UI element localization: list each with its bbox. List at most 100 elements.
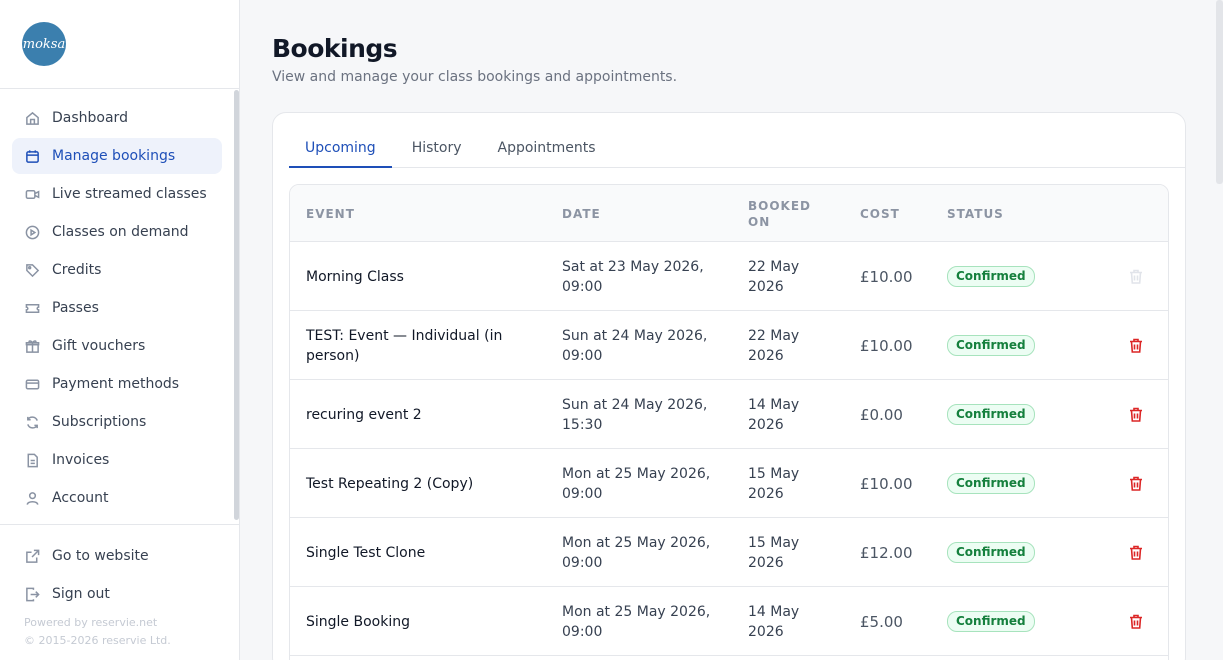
logo-area: moksa <box>0 0 239 89</box>
sidebar-scrollbar[interactable] <box>234 90 239 520</box>
sidebar-item-gift-vouchers[interactable]: Gift vouchers <box>12 328 222 364</box>
sidebar-item-label: Live streamed classes <box>52 186 207 202</box>
sidebar-item-invoices[interactable]: Invoices <box>12 442 222 478</box>
event-date-line2: 15:30 <box>562 416 603 433</box>
sidebar-item-account[interactable]: Account <box>12 480 222 516</box>
trash-icon[interactable] <box>1126 311 1146 380</box>
sidebar-item-live-streamed-classes[interactable]: Live streamed classes <box>12 176 222 212</box>
sidebar-item-passes[interactable]: Passes <box>12 290 222 326</box>
booking-cost: £10.00 <box>860 336 913 355</box>
booked-on-text: 22 May 2026 <box>748 326 799 366</box>
booked-on-text: 14 May 2026 <box>748 395 799 435</box>
powered-by[interactable]: Powered by reservie.net <box>0 614 239 632</box>
event-date: Sat at 23 May 2026, 09:00 <box>562 242 722 311</box>
booked-on-line2: 2026 <box>748 554 784 571</box>
event-date-text: Sun at 24 May 2026, 15:30 <box>562 395 707 435</box>
event-name: Single Booking <box>306 587 536 656</box>
header-event: EVENT <box>306 206 355 221</box>
booked-on-line1: 22 May <box>748 258 800 275</box>
page-scrollbar[interactable] <box>1216 0 1223 184</box>
page-title: Bookings <box>272 34 398 63</box>
sidebar-item-label: Account <box>52 490 109 506</box>
bookings-card: Upcoming History Appointments EVENT DATE… <box>272 112 1186 660</box>
sidebar-item-go-to-website[interactable]: Go to website <box>12 538 222 574</box>
sidebar: moksa Dashboard Manage bookings Live strea… <box>0 0 240 660</box>
header-status: STATUS <box>947 206 1004 221</box>
home-icon <box>24 110 40 126</box>
bookings-tabs: Upcoming History Appointments <box>289 137 1185 168</box>
booked-on-line2: 2026 <box>748 623 784 640</box>
bookings-table: EVENT DATE BOOKED ON COST STATUS Morning… <box>289 184 1169 660</box>
booked-on-line2: 2026 <box>748 278 784 295</box>
event-date: Sun at 24 May 2026, 09:00 <box>562 311 722 380</box>
booked-on-text: 15 May 2026 <box>748 533 799 573</box>
sidebar-item-manage-bookings[interactable]: Manage bookings <box>12 138 222 174</box>
header-booked-on-line2: ON <box>748 214 771 229</box>
tab-appointments[interactable]: Appointments <box>478 137 612 168</box>
event-date: Sun at 24 May 2026, 15:30 <box>562 380 722 449</box>
main-content: Bookings View and manage your class book… <box>240 0 1223 660</box>
sidebar-item-label: Gift vouchers <box>52 338 146 354</box>
sidebar-item-payment-methods[interactable]: Payment methods <box>12 366 222 402</box>
event-date-line1: Sun at 24 May 2026, <box>562 327 708 344</box>
sign-out-icon <box>24 586 40 602</box>
booking-cost: £10.00 <box>860 474 913 493</box>
header-booked-on-line1: BOOKED <box>748 198 812 213</box>
booked-on: 15 May 2026 <box>748 449 848 518</box>
sidebar-item-label: Subscriptions <box>52 414 147 430</box>
table-row: Single Test Clone Mon at 25 May 2026, 09:0… <box>290 518 1168 587</box>
event-name-text: Single Booking <box>306 613 410 630</box>
ticket-icon <box>24 300 40 316</box>
trash-icon[interactable] <box>1126 518 1146 587</box>
booked-on-line2: 2026 <box>748 416 784 433</box>
table-row: TEST: Event — Individual (in person) Sun … <box>290 311 1168 380</box>
booked-on: 22 May 2026 <box>748 311 848 380</box>
sidebar-item-label: Credits <box>52 262 102 278</box>
sidebar-item-subscriptions[interactable]: Subscriptions <box>12 404 222 440</box>
calendar-icon <box>24 148 40 164</box>
status-cell: Confirmed <box>947 449 1047 518</box>
event-date-text: Mon at 25 May 2026, 09:00 <box>562 464 710 504</box>
status-cell: Confirmed <box>947 587 1047 656</box>
sidebar-item-dashboard[interactable]: Dashboard <box>12 100 222 136</box>
brand-logo[interactable]: moksa <box>22 22 66 66</box>
status-badge: Confirmed <box>947 335 1035 356</box>
booked-on-line1: 14 May <box>748 603 800 620</box>
sidebar-item-credits[interactable]: Credits <box>12 252 222 288</box>
header-cost: COST <box>860 206 900 221</box>
booked-on: 14 May 2026 <box>748 380 848 449</box>
sidebar-item-classes-on-demand[interactable]: Classes on demand <box>12 214 222 250</box>
page-subtitle: View and manage your class bookings and … <box>272 69 678 85</box>
status-cell: Confirmed <box>947 518 1047 587</box>
event-name: Test Repeating 2 (Copy) <box>306 449 536 518</box>
sidebar-item-sign-out[interactable]: Sign out <box>12 576 222 612</box>
booking-cost: £0.00 <box>860 405 903 424</box>
booked-on: 14 May 2026 <box>748 587 848 656</box>
event-name: Single Test Clone <box>306 518 536 587</box>
trash-icon[interactable] <box>1126 587 1146 656</box>
sidebar-footer: Go to website Sign out Powered by reservi… <box>0 524 239 650</box>
status-cell: Confirmed <box>947 380 1047 449</box>
status-badge: Confirmed <box>947 611 1035 632</box>
trash-icon[interactable] <box>1126 449 1146 518</box>
status-cell: Confirmed <box>947 311 1047 380</box>
event-date-line2: 09:00 <box>562 278 603 295</box>
sidebar-nav: Dashboard Manage bookings Live streamed cl… <box>12 100 222 518</box>
event-date-line1: Mon at 25 May 2026, <box>562 534 711 551</box>
video-icon <box>24 186 40 202</box>
sidebar-item-label: Invoices <box>52 452 110 468</box>
sidebar-item-label: Sign out <box>52 586 110 602</box>
sidebar-item-label: Classes on demand <box>52 224 189 240</box>
table-body: Morning Class Sat at 23 May 2026, 09:00 22 … <box>290 242 1168 656</box>
event-date-line1: Mon at 25 May 2026, <box>562 603 711 620</box>
booking-cost: £10.00 <box>860 267 913 286</box>
trash-icon[interactable] <box>1126 380 1146 449</box>
tab-history[interactable]: History <box>392 137 478 168</box>
tab-upcoming[interactable]: Upcoming <box>289 137 392 168</box>
tag-icon <box>24 262 40 278</box>
status-badge: Confirmed <box>947 542 1035 563</box>
event-name-text: recuring event 2 <box>306 406 422 423</box>
booked-on: 15 May 2026 <box>748 518 848 587</box>
booked-on-line1: 15 May <box>748 465 800 482</box>
event-date-text: Mon at 25 May 2026, 09:00 <box>562 533 710 573</box>
